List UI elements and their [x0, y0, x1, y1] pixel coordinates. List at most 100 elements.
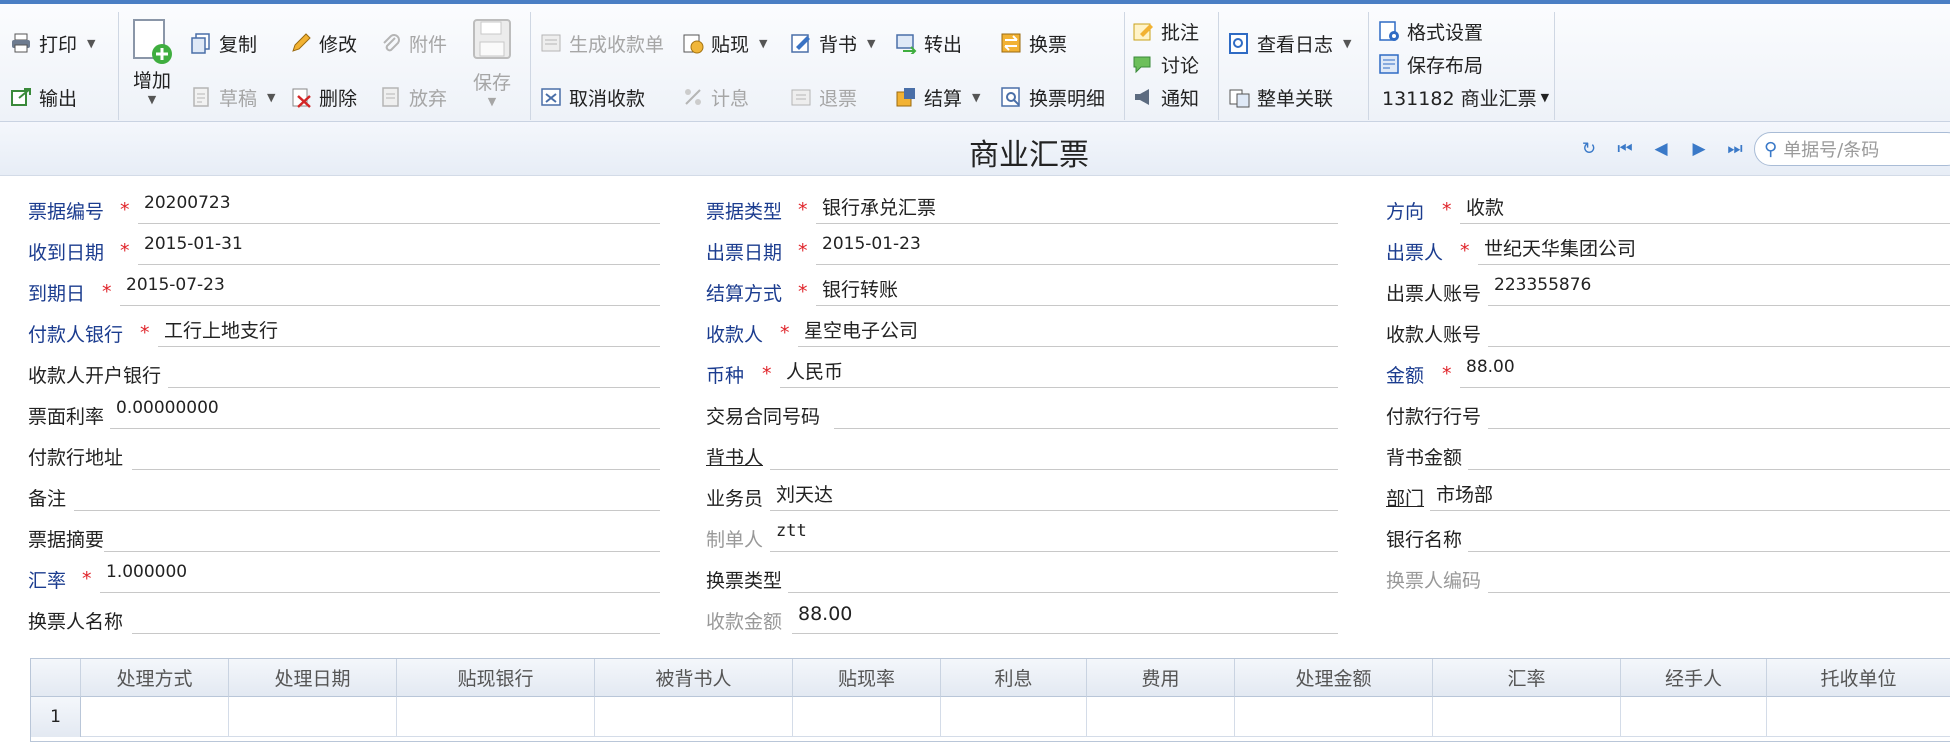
- copy-button[interactable]: 复制: [190, 28, 257, 58]
- grid-cell[interactable]: [1087, 697, 1235, 737]
- field-payee[interactable]: 收款人 * 星空电子公司: [706, 314, 1338, 347]
- grid-cell[interactable]: [397, 697, 595, 737]
- grid-cell[interactable]: [941, 697, 1087, 737]
- column-header[interactable]: 托收单位: [1767, 659, 1950, 697]
- field-bill-no[interactable]: 票据编号 * 20200723: [28, 191, 660, 224]
- field-due-date[interactable]: 到期日 * 2015-07-23: [28, 273, 660, 306]
- chevron-down-icon[interactable]: ▼: [1541, 91, 1549, 104]
- discount-button[interactable]: 贴现 ▼: [682, 28, 767, 58]
- endorser-label[interactable]: 背书人: [706, 443, 763, 470]
- format-settings-button[interactable]: 格式设置: [1378, 16, 1483, 46]
- field-contract-no[interactable]: 交易合同号码: [706, 396, 1338, 429]
- chevron-down-icon[interactable]: ▼: [267, 91, 275, 104]
- column-header[interactable]: 贴现率: [793, 659, 941, 697]
- view-log-button[interactable]: 查看日志 ▼: [1228, 28, 1351, 58]
- column-header[interactable]: 经手人: [1621, 659, 1767, 697]
- grid-cell[interactable]: [229, 697, 397, 737]
- column-header[interactable]: 处理方式: [81, 659, 229, 697]
- attachment-button[interactable]: 附件: [380, 28, 447, 58]
- field-summary[interactable]: 票据摘要: [28, 519, 660, 552]
- doc-link-button[interactable]: 整单关联: [1228, 82, 1333, 112]
- transfer-out-button[interactable]: 转出: [895, 28, 962, 58]
- chevron-down-icon[interactable]: ▼: [759, 37, 767, 50]
- chevron-down-icon[interactable]: ▼: [972, 91, 980, 104]
- field-bank-name[interactable]: 银行名称: [1386, 519, 1950, 552]
- field-drawer[interactable]: 出票人 * 世纪天华集团公司: [1386, 232, 1950, 265]
- cancel-receipt-button[interactable]: 取消收款: [540, 82, 645, 112]
- save-button[interactable]: 保存 ▼: [472, 18, 512, 108]
- field-exchanger-name[interactable]: 换票人名称: [28, 601, 660, 634]
- column-header[interactable]: 被背书人: [595, 659, 793, 697]
- field-exchange-type[interactable]: 换票类型: [706, 560, 1338, 593]
- add-button[interactable]: 增加 ▼: [130, 18, 174, 106]
- field-payer-bank-address[interactable]: 付款行地址: [28, 437, 660, 470]
- refresh-icon[interactable]: ↻: [1578, 138, 1600, 160]
- grid-cell[interactable]: [1621, 697, 1767, 737]
- grid-cell[interactable]: [1235, 697, 1433, 737]
- grid-cell[interactable]: [793, 697, 941, 737]
- field-issue-date[interactable]: 出票日期 * 2015-01-23: [706, 232, 1338, 265]
- field-maker[interactable]: 制单人 ztt: [706, 519, 1338, 552]
- field-settlement[interactable]: 结算方式 * 银行转账: [706, 273, 1338, 306]
- export-button[interactable]: 输出: [10, 82, 77, 112]
- chevron-down-icon[interactable]: ▼: [1343, 37, 1351, 50]
- field-payee-bank[interactable]: 收款人开户银行: [28, 355, 660, 388]
- delete-button[interactable]: 删除: [290, 82, 357, 112]
- department-label[interactable]: 部门: [1386, 484, 1424, 511]
- search-box[interactable]: ⚲ 单据号/条码: [1754, 132, 1950, 166]
- print-button[interactable]: 打印 ▼: [10, 28, 95, 58]
- save-layout-button[interactable]: 保存布局: [1378, 49, 1483, 79]
- field-exchange-rate[interactable]: 汇率 * 1.000000: [28, 560, 660, 593]
- discard-button[interactable]: 放弃: [380, 82, 447, 112]
- field-salesman[interactable]: 业务员 刘天达: [706, 478, 1338, 511]
- field-endorse-amount[interactable]: 背书金额: [1386, 437, 1950, 470]
- field-exchanger-code[interactable]: 换票人编码: [1386, 560, 1950, 593]
- toolbar: 打印 ▼ 输出 增加 ▼ 复制 草稿 ▼ 修改 删除 附件 放弃 保存 ▼ 生成…: [0, 0, 1950, 122]
- endorse-button[interactable]: 背书 ▼: [790, 28, 875, 58]
- last-record-icon[interactable]: ⏭: [1724, 138, 1746, 160]
- edit-button[interactable]: 修改: [290, 28, 357, 58]
- field-department[interactable]: 部门 市场部: [1386, 478, 1950, 511]
- accrue-button[interactable]: 计息: [682, 82, 749, 112]
- field-amount[interactable]: 金额 * 88.00: [1386, 355, 1950, 388]
- column-header[interactable]: 汇率: [1433, 659, 1621, 697]
- draft-button[interactable]: 草稿 ▼: [190, 82, 275, 112]
- exchange-button[interactable]: 换票: [1000, 28, 1067, 58]
- field-currency[interactable]: 币种 * 人民币: [706, 355, 1338, 388]
- field-payer-bank-no[interactable]: 付款行行号: [1386, 396, 1950, 429]
- field-bill-type[interactable]: 票据类型 * 银行承兑汇票: [706, 191, 1338, 224]
- column-header[interactable]: 处理金额: [1235, 659, 1433, 697]
- chevron-down-icon[interactable]: ▼: [148, 93, 156, 106]
- column-header[interactable]: 贴现银行: [397, 659, 595, 697]
- column-header[interactable]: 费用: [1087, 659, 1235, 697]
- column-header[interactable]: 处理日期: [229, 659, 397, 697]
- settle-button[interactable]: 结算 ▼: [895, 82, 980, 112]
- field-endorser[interactable]: 背书人: [706, 437, 1338, 470]
- grid-cell[interactable]: [595, 697, 793, 737]
- template-select[interactable]: 131182 商业汇票 ▼: [1382, 82, 1549, 112]
- field-remark[interactable]: 备注: [28, 478, 660, 511]
- field-received-date[interactable]: 收到日期 * 2015-01-31: [28, 232, 660, 265]
- grid-cell[interactable]: [1767, 697, 1950, 737]
- discuss-button[interactable]: 讨论: [1132, 49, 1199, 79]
- return-ticket-button[interactable]: 退票: [790, 82, 857, 112]
- generate-receipt-button[interactable]: 生成收款单: [540, 28, 664, 58]
- field-payee-account[interactable]: 收款人账号: [1386, 314, 1950, 347]
- field-direction[interactable]: 方向 * 收款: [1386, 191, 1950, 224]
- field-received-amount[interactable]: 收款金额 88.00: [706, 601, 1338, 634]
- notify-button[interactable]: 通知: [1132, 82, 1199, 112]
- first-record-icon[interactable]: ⏮: [1614, 138, 1636, 160]
- field-face-rate[interactable]: 票面利率 0.00000000: [28, 396, 660, 429]
- exchange-detail-button[interactable]: 换票明细: [1000, 82, 1105, 112]
- field-drawer-account[interactable]: 出票人账号 223355876: [1386, 273, 1950, 306]
- grid-cell[interactable]: [81, 697, 229, 737]
- previous-record-icon[interactable]: ◀: [1650, 138, 1672, 160]
- chevron-down-icon[interactable]: ▼: [488, 95, 496, 108]
- field-payer-bank[interactable]: 付款人银行 * 工行上地支行: [28, 314, 660, 347]
- annotate-button[interactable]: 批注: [1132, 16, 1199, 46]
- column-header[interactable]: 利息: [941, 659, 1087, 697]
- grid-cell[interactable]: [1433, 697, 1621, 737]
- next-record-icon[interactable]: ▶: [1688, 138, 1710, 160]
- chevron-down-icon[interactable]: ▼: [87, 37, 95, 50]
- chevron-down-icon[interactable]: ▼: [867, 37, 875, 50]
